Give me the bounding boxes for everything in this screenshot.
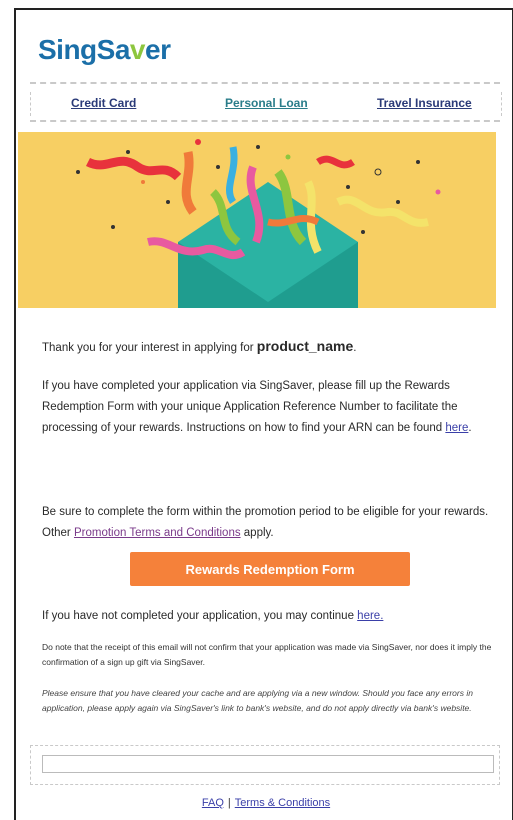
- promotion-terms-link[interactable]: Promotion Terms and Conditions: [74, 527, 241, 539]
- faq-link[interactable]: FAQ: [202, 797, 224, 809]
- arn-help-link[interactable]: here: [445, 422, 468, 434]
- footer-links: FAQ | Terms & Conditions: [201, 797, 331, 809]
- continue-application-link[interactable]: here.: [357, 610, 383, 622]
- thank-you-text: Thank you for your interest in applying …: [42, 338, 357, 354]
- rewards-redemption-form-button[interactable]: Rewards Redemption Form: [130, 552, 410, 586]
- footer-placeholder-inner: [42, 755, 494, 773]
- nav-bar: Credit Card Personal Loan Travel Insuran…: [30, 92, 502, 116]
- product-name: product_name: [256, 338, 354, 354]
- singsaver-logo[interactable]: SingSaver: [38, 34, 171, 66]
- divider: [30, 120, 500, 122]
- continue-paragraph: If you have not completed your applicati…: [42, 610, 384, 622]
- nav-link-travel-insurance[interactable]: Travel Insurance: [377, 96, 472, 110]
- cache-disclaimer: Please ensure that you have cleared your…: [42, 688, 473, 713]
- confetti-envelope-illustration: [18, 132, 496, 308]
- divider: [30, 82, 500, 84]
- promotion-paragraph: Be sure to complete the form within the …: [42, 506, 489, 539]
- nav-link-personal-loan[interactable]: Personal Loan: [225, 96, 308, 110]
- hero-banner: [18, 132, 496, 308]
- nav-link-credit-card[interactable]: Credit Card: [71, 96, 136, 110]
- leaf-icon: v: [129, 34, 146, 65]
- instructions-paragraph: If you have completed your application v…: [42, 380, 472, 434]
- terms-conditions-link[interactable]: Terms & Conditions: [235, 797, 330, 809]
- email-frame: SingSaver Credit Card Personal Loan Trav…: [14, 8, 513, 820]
- receipt-disclaimer: Do note that the receipt of this email w…: [42, 642, 492, 667]
